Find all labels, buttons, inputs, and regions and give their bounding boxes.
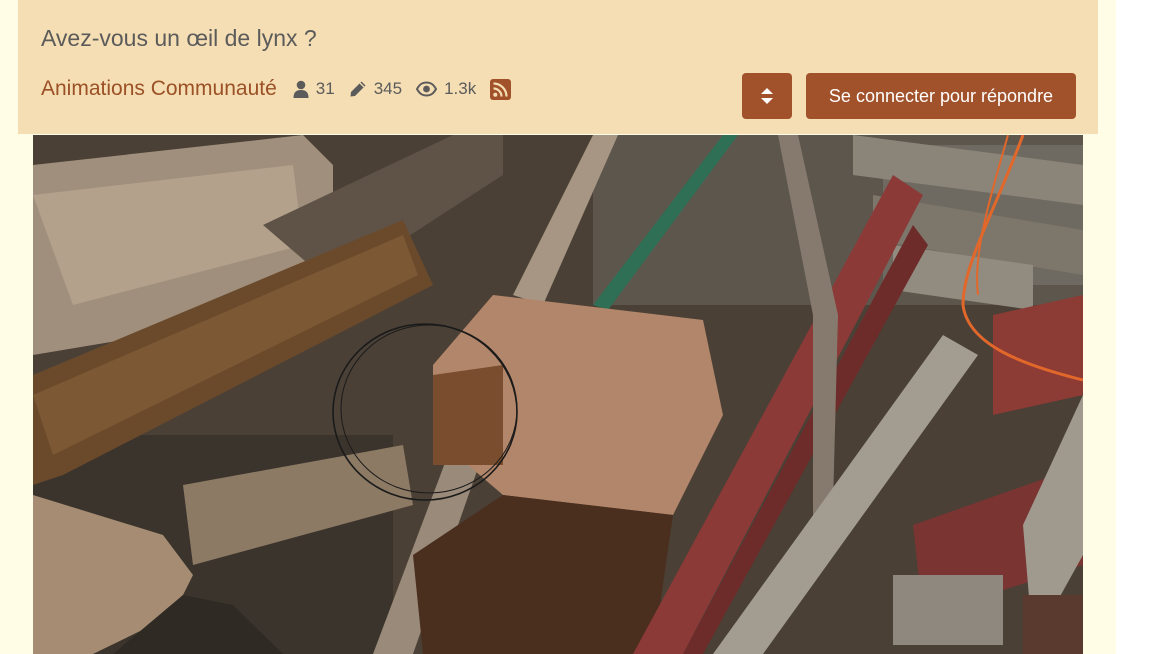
page-right-margin xyxy=(1116,0,1152,654)
sort-icon xyxy=(761,88,773,104)
topic-meta: Animations Communauté 31 345 1.3k xyxy=(41,75,512,103)
login-to-reply-button[interactable]: Se connecter pour répondre xyxy=(806,73,1076,119)
posters-stat: 31 xyxy=(293,79,335,99)
topic-header: Avez-vous un œil de lynx ? Animations Co… xyxy=(18,0,1098,134)
category-link[interactable]: Animations Communauté xyxy=(41,77,277,101)
woodpile-photo xyxy=(33,135,1083,654)
posts-count: 345 xyxy=(373,79,403,98)
topic-toggle-button[interactable] xyxy=(742,73,792,119)
posts-stat: 345 xyxy=(349,79,402,99)
views-stat: 1.3k xyxy=(416,79,476,99)
posters-count: 31 xyxy=(315,79,335,98)
views-count: 1.3k xyxy=(444,79,477,98)
rss-icon xyxy=(490,78,512,100)
topic-title: Avez-vous un œil de lynx ? xyxy=(41,25,317,51)
rss-link[interactable] xyxy=(490,78,512,100)
pencil-icon xyxy=(350,81,366,97)
eye-icon xyxy=(416,81,438,97)
user-icon xyxy=(293,80,309,98)
